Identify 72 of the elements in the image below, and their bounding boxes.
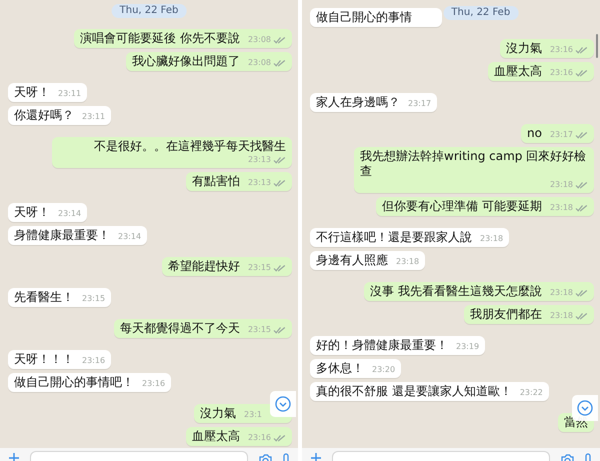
message-text: 先看醫生！ [14, 290, 74, 305]
message-text: 做自己開心的事情 [316, 10, 412, 25]
timestamp: 23:18 [480, 233, 504, 245]
timestamp: 23:16 [550, 67, 573, 79]
message-text: 多休息！ [316, 361, 364, 376]
message-text: 天呀！ [14, 85, 50, 100]
timestamp: 23:08 [248, 34, 271, 46]
microphone-icon [584, 453, 592, 461]
message-text: 做自己開心的事情吧！ [14, 375, 134, 390]
timestamp: 23:15 [248, 324, 271, 336]
message-text: 每天都覺得過不了今天 [120, 321, 240, 336]
message-text: 沒力氣 [506, 41, 542, 56]
timestamp: 23:19 [456, 341, 480, 353]
message-text: 當然 [564, 415, 588, 430]
message-text: 我朋友們都在 [470, 307, 542, 322]
chevron-down-icon [577, 400, 593, 416]
timestamp: 23:13 [248, 177, 271, 189]
chevron-down-icon [275, 396, 291, 412]
timestamp: 23:22 [520, 387, 543, 399]
message-text: 不行這樣吧！還是要跟家人說 [316, 230, 472, 245]
message-text: 我心臟好像出問題了 [132, 54, 240, 69]
message-text: 身體健康最重要！ [14, 228, 110, 243]
date-label: Thu, 22 Feb [443, 6, 518, 20]
message-text: 沒事 我先看看醫生這幾天怎麼說 [370, 284, 542, 299]
message-text: 天呀！ [14, 205, 50, 220]
message-text: 真的很不舒服 還是要讓家人知道歐！ [316, 384, 512, 399]
message-text: 天呀！！！ [14, 352, 74, 367]
message-text: 我先想辦法幹掉writing camp 回來好好檢查 [360, 149, 588, 179]
message-text: 沒力氣 [200, 406, 236, 421]
scrollbar[interactable] [596, 34, 598, 58]
message-text: 不是很好。。在這裡幾乎每天找醫生 [94, 139, 286, 154]
timestamp: 23:15 [82, 293, 106, 305]
message-text: 家人在身邊嗎？ [316, 95, 400, 110]
message-text: 但你要有心理準備 可能要延期 [382, 199, 542, 214]
timestamp: 23:18 [550, 287, 573, 299]
date-label: Thu, 22 Feb [112, 4, 186, 18]
timestamp: 23:16 [82, 355, 106, 367]
timestamp: 23:18 [396, 256, 420, 268]
message-field[interactable] [30, 451, 248, 461]
message-text: 血壓太高 [494, 64, 542, 79]
timestamp: 23:16 [142, 378, 166, 390]
message-text: 你還好嗎？ [14, 108, 74, 123]
scroll-down-button[interactable] [270, 391, 296, 417]
message-text: 身邊有人照應 [316, 253, 388, 268]
message-text: no [526, 126, 542, 141]
message-text: 好的！身體健康最重要！ [316, 338, 448, 353]
timestamp: 23:18 [550, 202, 573, 214]
timestamp: 23:16 [248, 432, 271, 444]
timestamp: 23:08 [248, 57, 271, 69]
timestamp: 23:11 [58, 88, 82, 100]
timestamp: 23:18 [550, 179, 573, 191]
camera-icon [258, 453, 272, 461]
timestamp: 23:13 [248, 154, 271, 166]
timestamp: 23:20 [372, 364, 396, 376]
microphone-icon [282, 453, 290, 461]
timestamp: 23:17 [550, 129, 573, 141]
message-text: 血壓太高 [192, 429, 240, 444]
timestamp: 23:1 [244, 409, 262, 421]
message-text: 有點害怕 [192, 174, 240, 189]
timestamp: 23:11 [82, 111, 106, 123]
plus-icon [310, 453, 322, 461]
timestamp: 23:18 [550, 310, 573, 322]
timestamp: 23:15 [248, 262, 271, 274]
message-text: 希望能趕快好 [168, 259, 240, 274]
timestamp: 23:14 [58, 208, 82, 220]
timestamp: 23:16 [550, 44, 573, 56]
message-field[interactable] [332, 451, 550, 461]
camera-icon [560, 453, 574, 461]
message-text: 演唱會可能要延後 你先不要說 [80, 31, 240, 46]
timestamp: 23:17 [408, 98, 432, 110]
plus-icon [8, 453, 20, 461]
timestamp: 23:14 [118, 231, 142, 243]
